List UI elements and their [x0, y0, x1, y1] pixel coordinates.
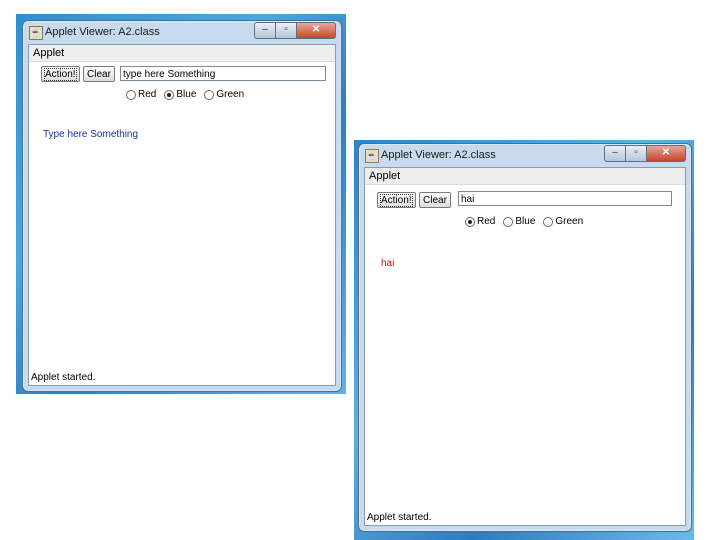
window-controls: – ▫ ✕	[604, 145, 686, 162]
window-controls: – ▫ ✕	[254, 22, 336, 39]
status-bar-text: Applet started.	[31, 372, 96, 383]
output-text: hai	[381, 258, 395, 269]
clear-button-label: Clear	[423, 195, 447, 206]
radio-blue-label: Blue	[515, 216, 536, 227]
clear-button[interactable]: Clear	[83, 66, 115, 82]
minimize-icon[interactable]: –	[604, 145, 625, 162]
radio-green[interactable]: Green	[204, 89, 244, 100]
menu-applet[interactable]: Applet	[369, 170, 400, 182]
maximize-icon[interactable]: ▫	[625, 145, 646, 162]
title-bar[interactable]: ☕ Applet Viewer: A2.class – ▫ ✕	[359, 144, 691, 166]
radio-green-icon	[204, 89, 215, 100]
close-icon[interactable]: ✕	[296, 22, 336, 39]
applet-viewer-window-right: ☕ Applet Viewer: A2.class – ▫ ✕ Applet A…	[358, 143, 692, 532]
radio-green-label: Green	[216, 89, 245, 100]
action-button[interactable]: Action!	[377, 192, 416, 208]
radio-blue-icon	[503, 216, 514, 227]
output-text: Type here Something	[43, 129, 139, 140]
status-bar-text: Applet started.	[367, 512, 432, 523]
maximize-icon[interactable]: ▫	[275, 22, 296, 39]
clear-button[interactable]: Clear	[419, 192, 451, 208]
radio-green-label: Green	[555, 216, 584, 227]
window-title: Applet Viewer: A2.class	[45, 26, 160, 38]
menu-applet[interactable]: Applet	[33, 47, 64, 59]
action-button[interactable]: Action!	[41, 66, 80, 82]
menu-bar: Applet	[29, 45, 335, 62]
applet-area: Applet Action! Clear type here Something…	[28, 44, 336, 386]
minimize-icon[interactable]: –	[254, 22, 275, 39]
title-bar[interactable]: ☕ Applet Viewer: A2.class – ▫ ✕	[23, 21, 341, 43]
java-app-icon: ☕	[365, 149, 379, 163]
clear-button-label: Clear	[87, 69, 111, 80]
radio-blue[interactable]: Blue	[164, 89, 196, 100]
radio-green[interactable]: Green	[543, 216, 583, 227]
radio-red[interactable]: Red	[126, 89, 156, 100]
applet-viewer-window-left: ☕ Applet Viewer: A2.class – ▫ ✕ Applet A…	[22, 20, 342, 392]
radio-red-icon	[465, 216, 475, 227]
color-radio-group: Red Blue Green	[126, 89, 244, 100]
radio-green-icon	[543, 216, 554, 227]
radio-red-icon	[126, 89, 136, 100]
radio-red[interactable]: Red	[465, 216, 495, 227]
action-button-label: Action!	[44, 68, 77, 81]
radio-red-label: Red	[138, 89, 157, 100]
color-radio-group: Red Blue Green	[465, 216, 583, 227]
window-title: Applet Viewer: A2.class	[381, 149, 496, 161]
radio-red-label: Red	[477, 216, 496, 227]
action-button-label: Action!	[380, 194, 413, 207]
applet-area: Applet Action! Clear hai Red Blue Green …	[364, 167, 686, 526]
close-icon[interactable]: ✕	[646, 145, 686, 162]
text-input[interactable]: type here Something	[120, 66, 326, 81]
java-app-icon: ☕	[29, 26, 43, 40]
radio-blue[interactable]: Blue	[503, 216, 535, 227]
menu-bar: Applet	[365, 168, 685, 185]
text-input[interactable]: hai	[458, 191, 672, 206]
radio-blue-label: Blue	[176, 89, 197, 100]
radio-blue-icon	[164, 89, 175, 100]
